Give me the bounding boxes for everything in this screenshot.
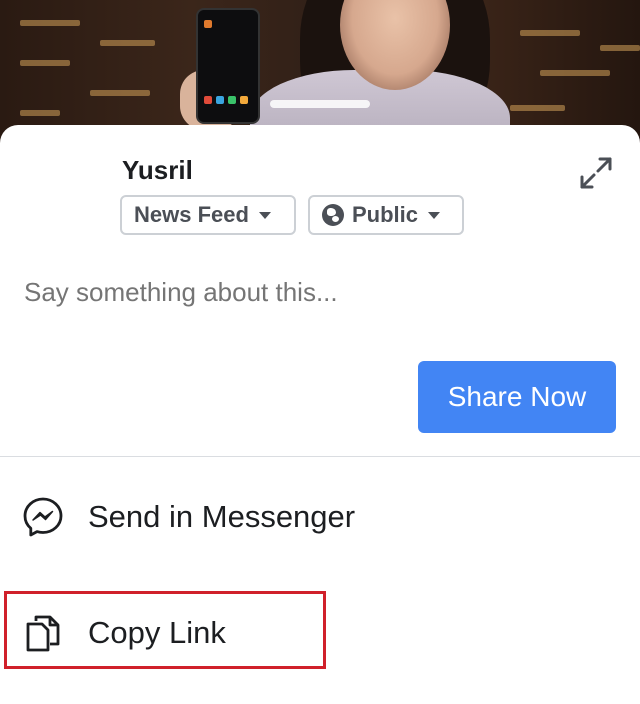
send-in-messenger-option[interactable]: Send in Messenger xyxy=(0,481,640,553)
globe-icon xyxy=(322,204,344,226)
compose-input[interactable] xyxy=(24,277,604,308)
copy-icon xyxy=(20,610,66,656)
copy-link-label: Copy Link xyxy=(88,615,226,650)
sheet-grabber-handle[interactable] xyxy=(270,100,370,108)
chevron-down-icon xyxy=(258,211,271,219)
copy-link-option[interactable]: Copy Link xyxy=(0,597,640,669)
chevron-down-icon xyxy=(428,211,441,219)
destination-label: News Feed xyxy=(134,202,249,227)
phone-in-photo xyxy=(196,8,260,124)
messenger-icon xyxy=(20,494,66,540)
destination-dropdown[interactable]: News Feed xyxy=(120,195,296,235)
privacy-label: Public xyxy=(352,202,419,227)
share-sheet: Yusril News Feed Public Share Now S xyxy=(0,125,640,704)
privacy-dropdown[interactable]: Public xyxy=(308,195,464,235)
share-now-button[interactable]: Share Now xyxy=(418,361,616,433)
divider xyxy=(0,456,640,457)
expand-arrows-icon[interactable] xyxy=(578,155,614,191)
send-in-messenger-label: Send in Messenger xyxy=(88,499,356,534)
author-name: Yusril xyxy=(122,155,193,185)
